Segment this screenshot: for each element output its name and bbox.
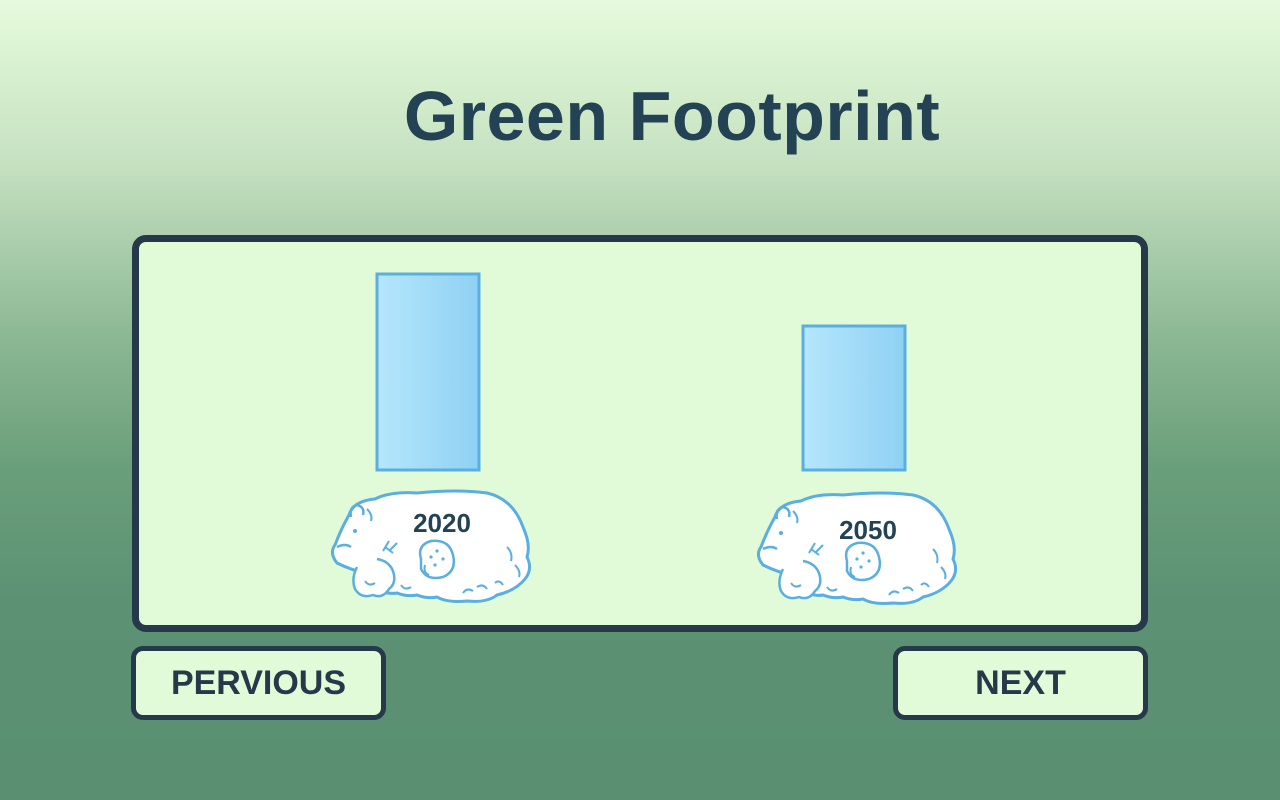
page-title: Green Footprint: [403, 77, 941, 155]
next-button[interactable]: NEXT: [893, 646, 1148, 720]
category-label-2020: 2020: [413, 508, 471, 538]
bar-2050: [801, 324, 907, 472]
footprint-chart: 2020 2050: [330, 272, 958, 605]
polar-bear-icon: [756, 491, 958, 605]
category-label-2050: 2050: [839, 515, 897, 545]
chart-panel: 2020 2050: [132, 235, 1148, 632]
previous-button[interactable]: PERVIOUS: [131, 646, 386, 720]
bar-2020: [375, 272, 481, 472]
